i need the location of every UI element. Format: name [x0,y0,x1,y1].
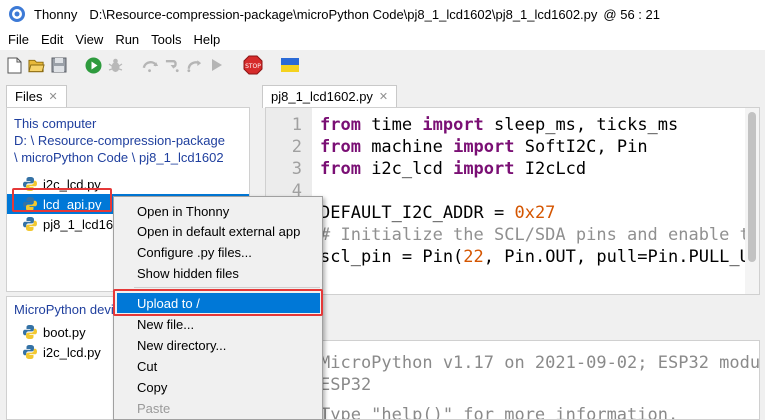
code-token: i2c_lcd [360,159,454,179]
window-file-path: D:\Resource-compression-package\microPyt… [89,6,598,22]
step-out-icon[interactable] [186,57,203,74]
shell-line: ESP32 [320,375,372,395]
code-token: DEFAULT_I2C_ADDR = [320,203,515,223]
code-text: # Initialize the SCL/SDA pins and enable… [320,225,750,245]
shell-panel[interactable]: MicroPython v1.17 on 2021-09-02; ESP32 m… [265,340,760,420]
menu-item-new-file[interactable]: New file... [117,314,320,334]
code-line: 5DEFAULT_I2C_ADDR = 0x27 [266,202,759,224]
tab-files[interactable]: Files ✕ [6,85,67,108]
flag-icon [281,57,299,74]
shell-line: MicroPython v1.17 on 2021-09-02; ESP32 m… [320,353,760,373]
close-icon[interactable]: ✕ [48,90,57,103]
editor-tab-row: pj8_1_lcd1602.py ✕ [262,82,398,108]
menu-item-cut[interactable]: Cut [117,356,320,376]
run-icon[interactable] [85,57,102,74]
code-token: from [320,115,361,135]
menu-item-open-external[interactable]: Open in default external app [117,221,320,241]
computer-path-line2[interactable]: \ microPython Code \ pj8_1_lcd1602 [7,149,249,166]
code-line: 6# Initialize the SCL/SDA pins and enabl… [266,224,759,246]
step-over-icon[interactable] [142,57,159,74]
line-number: 2 [291,137,302,157]
code-token: scl_pin = Pin( [320,247,464,267]
tab-editor-file[interactable]: pj8_1_lcd1602.py ✕ [262,85,398,108]
menu-edit[interactable]: Edit [35,32,69,47]
line-number: 3 [291,159,302,179]
stop-label: STOP [245,63,261,70]
menu-separator [134,287,320,288]
computer-path-line1[interactable]: D: \ Resource-compression-package [7,132,249,149]
open-file-icon[interactable] [28,57,45,74]
menu-tools[interactable]: Tools [145,32,187,47]
python-file-icon [23,345,37,359]
menu-help[interactable]: Help [188,32,227,47]
close-icon[interactable]: ✕ [379,90,388,103]
step-into-icon[interactable] [164,57,181,74]
tab-files-label: Files [15,89,43,104]
highlight-box-upload [113,289,323,316]
code-token: import [453,159,515,179]
menu-item-new-directory[interactable]: New directory... [117,335,320,355]
app-name: Thonny [34,6,78,22]
code-token: 0x27 [514,203,556,223]
toolbar: STOP [0,50,765,80]
code-token: import [422,115,484,135]
shell-line: Type "help()" for more information. [320,405,679,420]
thonny-logo-icon [9,6,25,22]
menu-view[interactable]: View [69,32,109,47]
code-text: from time import sleep_ms, ticks_ms [320,115,678,135]
code-line: 3 from i2c_lcd import I2cLcd [266,158,759,180]
this-computer-header[interactable]: This computer [7,115,249,132]
files-tab-row: Files ✕ [6,82,67,108]
code-token: sleep_ms, ticks_ms [483,115,679,135]
code-text: DEFAULT_I2C_ADDR = 0x27 [320,203,555,223]
code-line: 4 [266,180,759,202]
file-name: boot.py [43,324,86,340]
resume-icon[interactable] [208,57,225,74]
code-token: import [453,137,515,157]
line-number: 1 [291,115,302,135]
menu-run[interactable]: Run [109,32,145,47]
code-text: from i2c_lcd import I2cLcd [320,159,586,179]
code-token: time [360,115,423,135]
stop-icon[interactable]: STOP [243,55,263,75]
editor-scrollbar[interactable] [745,108,759,294]
debug-icon[interactable] [107,57,124,74]
code-line: 1 from time import sleep_ms, ticks_ms [266,114,759,136]
code-token: , Pin.OUT, pull=Pin.PULL_U [483,247,750,267]
new-file-icon[interactable] [6,57,23,74]
file-name: i2c_lcd.py [43,344,101,360]
menu-bar: File Edit View Run Tools Help [0,28,765,50]
code-token: machine [360,137,454,157]
code-token: # Initialize the SCL/SDA pins and enable… [320,225,750,245]
tab-editor-label: pj8_1_lcd1602.py [271,89,373,104]
menu-item-copy[interactable]: Copy [117,377,320,397]
code-token: from [320,137,361,157]
code-token: 22 [463,247,484,267]
code-line: 2 from machine import SoftI2C, Pin [266,136,759,158]
python-file-icon [23,217,37,231]
code-line: 7scl_pin = Pin(22, Pin.OUT, pull=Pin.PUL… [266,246,759,268]
cursor-position: @ 56 : 21 [603,6,660,22]
code-text: scl_pin = Pin(22, Pin.OUT, pull=Pin.PULL… [320,247,750,267]
title-bar: Thonny D:\Resource-compression-package\m… [0,0,765,28]
menu-item-configure-py[interactable]: Configure .py files... [117,242,320,262]
menu-item-paste[interactable]: Paste [117,398,320,418]
save-icon[interactable] [50,57,67,74]
code-token: from [320,159,361,179]
code-editor[interactable]: 1 from time import sleep_ms, ticks_ms 2 fro… [265,107,760,295]
highlight-box-lcd-api [12,188,112,212]
menu-file[interactable]: File [2,32,35,47]
menu-item-open-in-thonny[interactable]: Open in Thonny [117,201,320,221]
menu-item-show-hidden[interactable]: Show hidden files [117,263,320,283]
scrollbar-thumb[interactable] [748,112,756,262]
code-text: from machine import SoftI2C, Pin [320,137,648,157]
code-token: I2cLcd [514,159,587,179]
python-file-icon [23,325,37,339]
code-token: SoftI2C, Pin [514,137,648,157]
